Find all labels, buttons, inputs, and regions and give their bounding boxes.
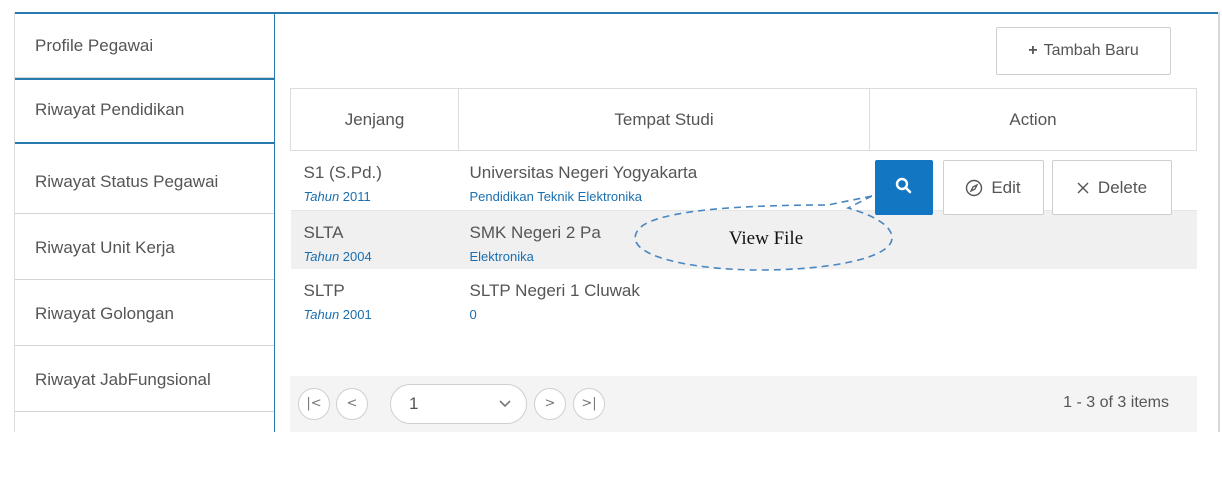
callout-label: View File [728, 228, 804, 249]
callout-bubble [634, 195, 893, 271]
